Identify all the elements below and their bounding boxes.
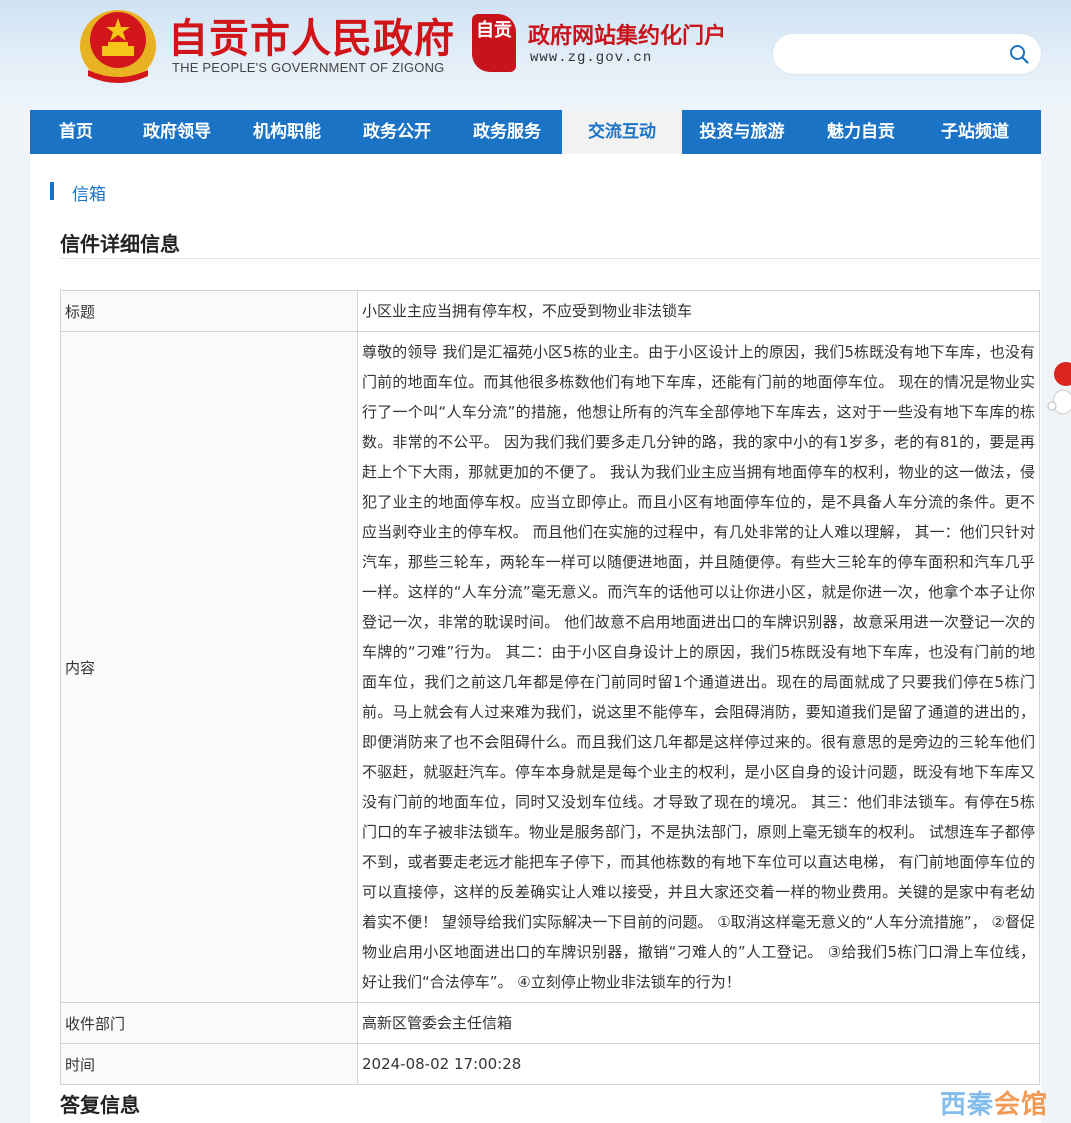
portal-url: www.zg.gov.cn xyxy=(530,50,653,66)
nav-item-1[interactable]: 政府领导 xyxy=(122,110,232,154)
nav-item-0[interactable]: 首页 xyxy=(30,110,122,154)
time-label: 时间 xyxy=(60,1043,358,1085)
nav-item-6[interactable]: 投资与旅游 xyxy=(682,110,802,154)
watermark-part-1: 西秦 xyxy=(940,1090,995,1120)
table-row: 标题 小区业主应当拥有停车权，不应受到物业非法锁车 xyxy=(60,290,1040,332)
search-box xyxy=(773,34,1041,76)
nav-item-2[interactable]: 机构职能 xyxy=(232,110,342,154)
nav-item-3[interactable]: 政务公开 xyxy=(342,110,452,154)
nav-item-8[interactable]: 子站频道 xyxy=(920,110,1030,154)
watermark-logo: 西秦会馆 xyxy=(940,1084,1048,1121)
site-title[interactable]: 自贡市人民政府 xyxy=(168,6,455,64)
search-input[interactable] xyxy=(791,34,1005,76)
national-emblem-icon xyxy=(80,10,156,83)
reply-title: 答复信息 xyxy=(60,1093,140,1117)
main-content: 信箱 信件详细信息 标题 小区业主应当拥有停车权，不应受到物业非法锁车 内容 尊… xyxy=(30,154,1041,1123)
nav-item-7[interactable]: 魅力自贡 xyxy=(802,110,920,154)
portal-logo-icon: 自贡 xyxy=(472,14,516,72)
nav-item-4[interactable]: 政务服务 xyxy=(452,110,562,154)
dept-value: 高新区管委会主任信箱 xyxy=(357,1002,1040,1044)
table-row: 收件部门 高新区管委会主任信箱 xyxy=(60,1002,1040,1044)
table-row: 时间 2024-08-02 17:00:28 xyxy=(60,1043,1040,1085)
section-title: 信件详细信息 xyxy=(60,232,180,256)
site-subtitle: THE PEOPLE'S GOVERNMENT OF ZIGONG xyxy=(172,60,445,75)
dept-label: 收件部门 xyxy=(60,1002,358,1044)
title-label: 标题 xyxy=(60,290,358,332)
title-value: 小区业主应当拥有停车权，不应受到物业非法锁车 xyxy=(357,290,1040,332)
content-value: 尊敬的领导 我们是汇福苑小区5栋的业主。由于小区设计上的原因，我们5栋既没有地下… xyxy=(357,331,1040,1003)
mascot-icon xyxy=(1047,362,1071,415)
portal-title: 政府网站集约化门户 xyxy=(528,24,727,49)
breadcrumb[interactable]: 信箱 xyxy=(50,180,106,205)
content-label: 内容 xyxy=(60,331,358,1003)
table-row: 内容 尊敬的领导 我们是汇福苑小区5栋的业主。由于小区设计上的原因，我们5栋既没… xyxy=(60,331,1040,1003)
search-icon[interactable] xyxy=(1009,44,1029,64)
section-divider xyxy=(60,258,1040,259)
letter-detail-table: 标题 小区业主应当拥有停车权，不应受到物业非法锁车 内容 尊敬的领导 我们是汇福… xyxy=(60,290,1040,1085)
main-nav: 首页 政府领导 机构职能 政务公开 政务服务 交流互动 投资与旅游 魅力自贡 子站频道 xyxy=(30,110,1041,154)
time-value: 2024-08-02 17:00:28 xyxy=(357,1043,1040,1085)
site-header: 自贡市人民政府 THE PEOPLE'S GOVERNMENT OF ZIGON… xyxy=(0,0,1071,110)
watermark-part-2: 会馆 xyxy=(994,1090,1049,1120)
nav-item-5[interactable]: 交流互动 xyxy=(562,110,682,154)
